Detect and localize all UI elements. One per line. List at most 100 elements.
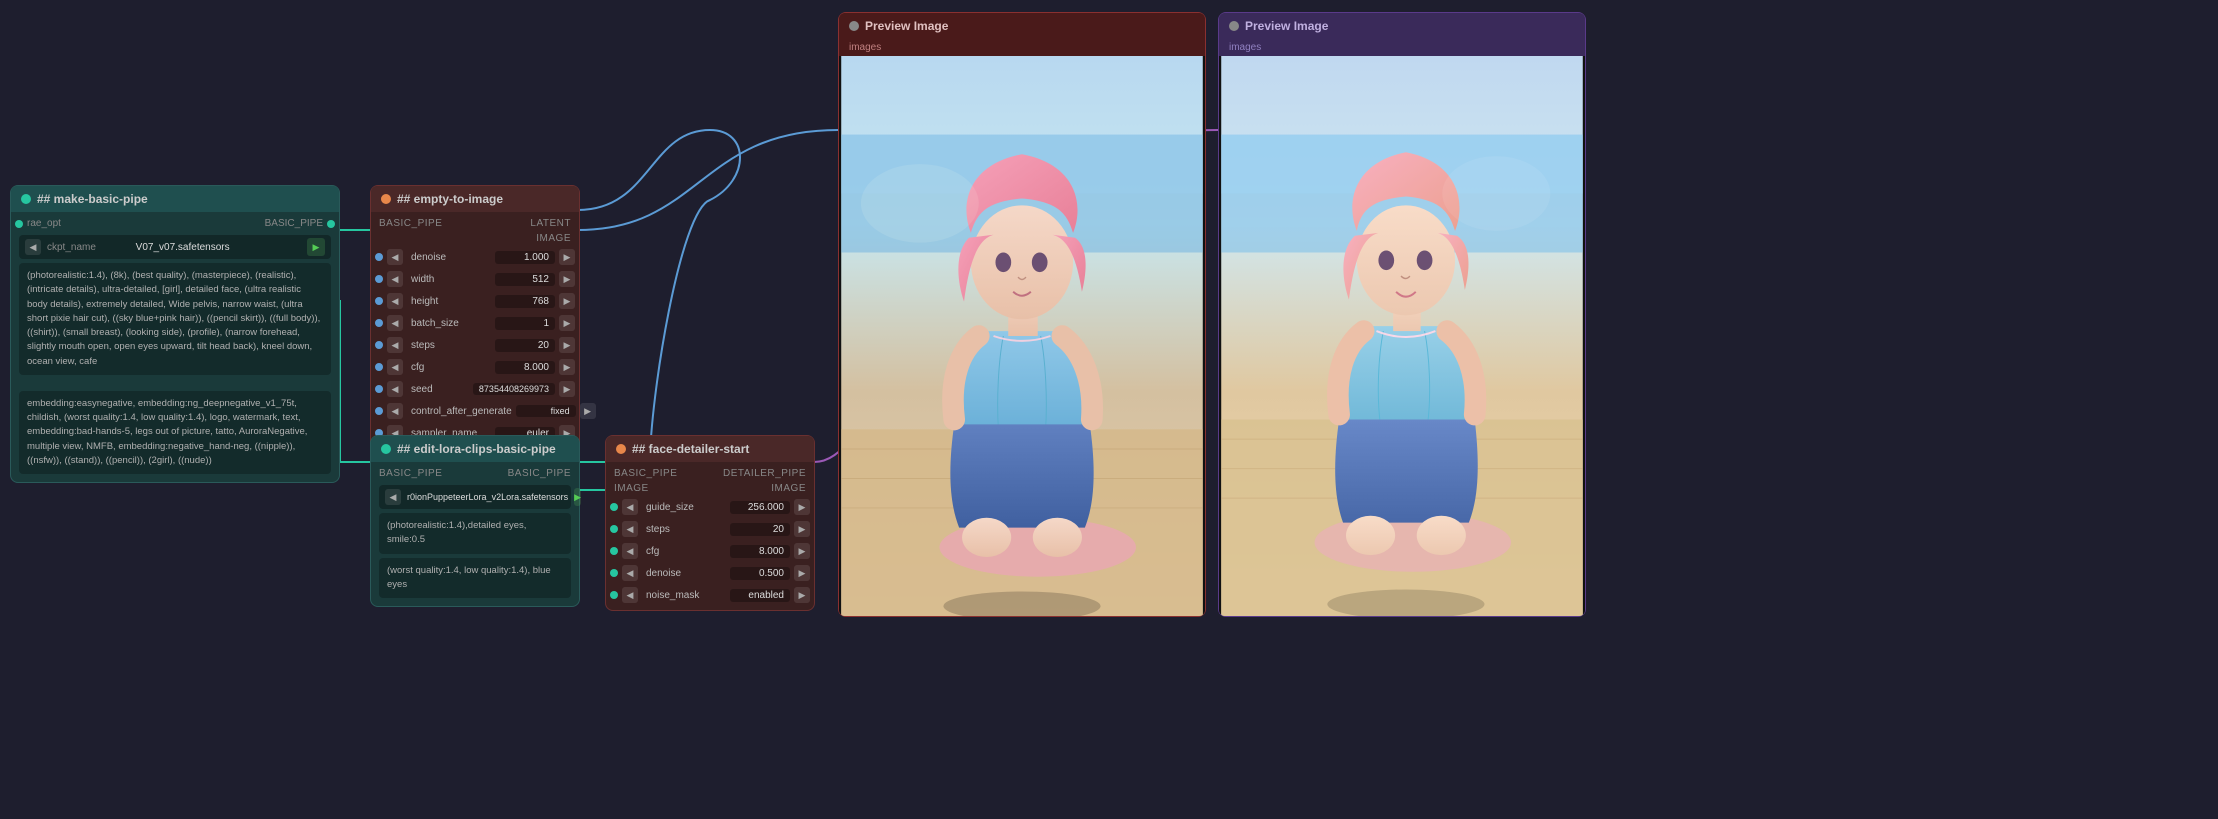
field-label: batch_size <box>407 318 491 329</box>
node-status-dot <box>21 194 31 204</box>
field-increment[interactable]: ▶ <box>794 521 810 537</box>
field-decrement[interactable]: ◀ <box>387 293 403 309</box>
field-decrement[interactable]: ◀ <box>387 381 403 397</box>
field-connector <box>375 407 383 415</box>
field-increment[interactable]: ▶ <box>794 499 810 515</box>
node-preview-right-header: Preview Image <box>1219 13 1585 39</box>
field-decrement[interactable]: ◀ <box>622 565 638 581</box>
field-connector <box>610 569 618 577</box>
field-connector <box>610 525 618 533</box>
lora-next-btn[interactable]: ▶ <box>574 488 581 506</box>
node-make-basic-pipe-body: rae_opt BASIC_PIPE ◀ ckpt_name V07_v07.s… <box>11 212 339 482</box>
field-value: 20 <box>730 523 790 536</box>
field-increment[interactable]: ▶ <box>794 587 810 603</box>
node-title: ## make-basic-pipe <box>37 192 148 206</box>
node-title: ## face-detailer-start <box>632 442 749 456</box>
node-face-detailer: ## face-detailer-start BASIC_PIPE DETAIL… <box>605 435 815 611</box>
lora-positive-prompt[interactable]: (photorealistic:1.4),detailed eyes, smil… <box>379 513 571 554</box>
field-value: 87354408269973 <box>473 383 555 395</box>
field-label: steps <box>407 340 491 351</box>
lora-prev-btn[interactable]: ◀ <box>385 489 401 505</box>
field-denoise: ◀ denoise 0.500 ▶ <box>606 562 814 584</box>
node-face-detailer-header: ## face-detailer-start <box>606 436 814 462</box>
field-label: width <box>407 274 491 285</box>
field-connector <box>375 319 383 327</box>
io-label-row-2: IMAGE IMAGE <box>606 481 814 496</box>
field-connector <box>610 503 618 511</box>
field-increment[interactable]: ▶ <box>794 543 810 559</box>
io-label-row: BASIC_PIPE LATENT <box>371 216 579 231</box>
field-connector <box>375 341 383 349</box>
node-title: ## empty-to-image <box>397 192 503 206</box>
field-value: 768 <box>495 295 555 308</box>
node-face-detailer-body: BASIC_PIPE DETAILER_PIPE IMAGE IMAGE ◀ g… <box>606 462 814 610</box>
output-type-label: BASIC_PIPE <box>508 468 571 479</box>
node-status-dot <box>381 444 391 454</box>
field-increment[interactable]: ▶ <box>559 381 575 397</box>
output-type-label: LATENT <box>530 218 571 229</box>
positive-prompt-text[interactable]: (photorealistic:1.4), (8k), (best qualit… <box>19 263 331 375</box>
lora-value: r0ionPuppeteerLora_v2Lora.safetensors <box>407 492 568 502</box>
node-status-dot <box>849 21 859 31</box>
node-title: Preview Image <box>865 19 948 33</box>
field-increment[interactable]: ▶ <box>559 249 575 265</box>
ckpt-row[interactable]: ◀ ckpt_name V07_v07.safetensors ▶ <box>19 235 331 259</box>
field-connector <box>375 253 383 261</box>
field-increment[interactable]: ▶ <box>580 403 596 419</box>
preview-image-right <box>1219 56 1585 616</box>
input-label-1: BASIC_PIPE <box>614 468 677 479</box>
field-label: seed <box>407 384 469 395</box>
lora-row[interactable]: ◀ r0ionPuppeteerLora_v2Lora.safetensors … <box>379 485 571 509</box>
field-connector <box>610 547 618 555</box>
input-dot <box>15 220 23 228</box>
field-increment[interactable]: ▶ <box>559 271 575 287</box>
field-decrement[interactable]: ◀ <box>387 359 403 375</box>
field-value: 1.000 <box>495 251 555 264</box>
node-empty-to-image-body: BASIC_PIPE LATENT IMAGE ◀ denoise 1.000 … <box>371 212 579 470</box>
node-preview-right: Preview Image images <box>1218 12 1586 617</box>
input-connector: rae_opt <box>15 218 61 229</box>
node-title: Preview Image <box>1245 19 1328 33</box>
field-increment[interactable]: ▶ <box>794 565 810 581</box>
field-increment[interactable]: ▶ <box>559 359 575 375</box>
ckpt-prev-btn[interactable]: ◀ <box>25 239 41 255</box>
field-denoise: ◀ denoise 1.000 ▶ <box>371 246 579 268</box>
field-noise-mask: ◀ noise_mask enabled ▶ <box>606 584 814 606</box>
field-connector <box>610 591 618 599</box>
field-label: denoise <box>642 568 726 579</box>
negative-prompt-text[interactable]: embedding:easynegative, embedding:ng_dee… <box>19 391 331 474</box>
field-seed: ◀ seed 87354408269973 ▶ <box>371 378 579 400</box>
field-decrement[interactable]: ◀ <box>387 249 403 265</box>
field-value: fixed <box>516 405 576 417</box>
node-status-dot <box>1229 21 1239 31</box>
node-make-basic-pipe: ## make-basic-pipe rae_opt BASIC_PIPE ◀ … <box>10 185 340 483</box>
field-connector <box>375 363 383 371</box>
field-guide-size: ◀ guide_size 256.000 ▶ <box>606 496 814 518</box>
field-cfg: ◀ cfg 8.000 ▶ <box>371 356 579 378</box>
io-label-row: BASIC_PIPE BASIC_PIPE <box>371 466 579 481</box>
field-label: height <box>407 296 491 307</box>
field-decrement[interactable]: ◀ <box>622 587 638 603</box>
field-decrement[interactable]: ◀ <box>622 521 638 537</box>
field-label: steps <box>642 524 726 535</box>
input-type-label: BASIC_PIPE <box>379 468 442 479</box>
node-empty-to-image-header: ## empty-to-image <box>371 186 579 212</box>
field-decrement[interactable]: ◀ <box>387 403 403 419</box>
lora-negative-prompt[interactable]: (worst quality:1.4, low quality:1.4), bl… <box>379 558 571 599</box>
node-edit-lora: ## edit-lora-clips-basic-pipe BASIC_PIPE… <box>370 435 580 607</box>
field-decrement[interactable]: ◀ <box>387 337 403 353</box>
field-decrement[interactable]: ◀ <box>387 271 403 287</box>
field-value: 0.500 <box>730 567 790 580</box>
field-increment[interactable]: ▶ <box>559 337 575 353</box>
field-value: 512 <box>495 273 555 286</box>
field-label: cfg <box>407 362 491 373</box>
field-decrement[interactable]: ◀ <box>622 543 638 559</box>
field-increment[interactable]: ▶ <box>559 315 575 331</box>
output-connector: BASIC_PIPE <box>265 218 335 229</box>
preview-image-left <box>839 56 1205 616</box>
field-increment[interactable]: ▶ <box>559 293 575 309</box>
field-decrement[interactable]: ◀ <box>622 499 638 515</box>
field-label: cfg <box>642 546 726 557</box>
ckpt-next-btn[interactable]: ▶ <box>307 238 325 256</box>
field-decrement[interactable]: ◀ <box>387 315 403 331</box>
